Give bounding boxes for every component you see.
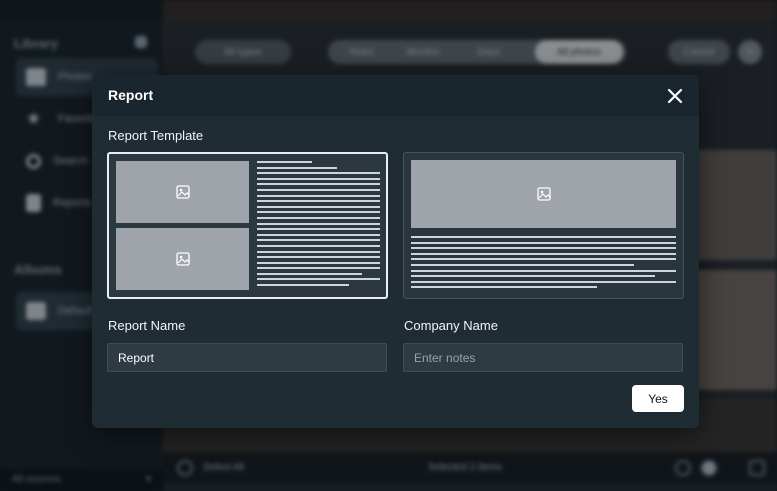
report-name-input[interactable] [107, 343, 387, 372]
template-option-banner-image[interactable] [403, 152, 684, 299]
image-placeholder [116, 161, 249, 223]
image-placeholder [411, 160, 676, 228]
close-icon[interactable] [665, 86, 685, 106]
report-dialog: Report Report Template Report Name Compa… [92, 75, 699, 428]
report-name-label: Report Name [108, 318, 186, 333]
image-icon [536, 187, 551, 201]
image-icon [175, 252, 190, 266]
text-lines-placeholder [257, 161, 380, 290]
image-icon [175, 185, 190, 199]
template-label: Report Template [108, 128, 204, 143]
company-name-label: Company Name [404, 318, 498, 333]
template-option-two-images[interactable] [107, 152, 388, 299]
yes-button[interactable]: Yes [632, 385, 684, 412]
image-placeholder [116, 228, 249, 290]
dialog-header: Report [92, 75, 699, 116]
dialog-title: Report [108, 87, 154, 103]
company-name-input[interactable] [403, 343, 683, 372]
text-lines-placeholder [411, 236, 676, 292]
